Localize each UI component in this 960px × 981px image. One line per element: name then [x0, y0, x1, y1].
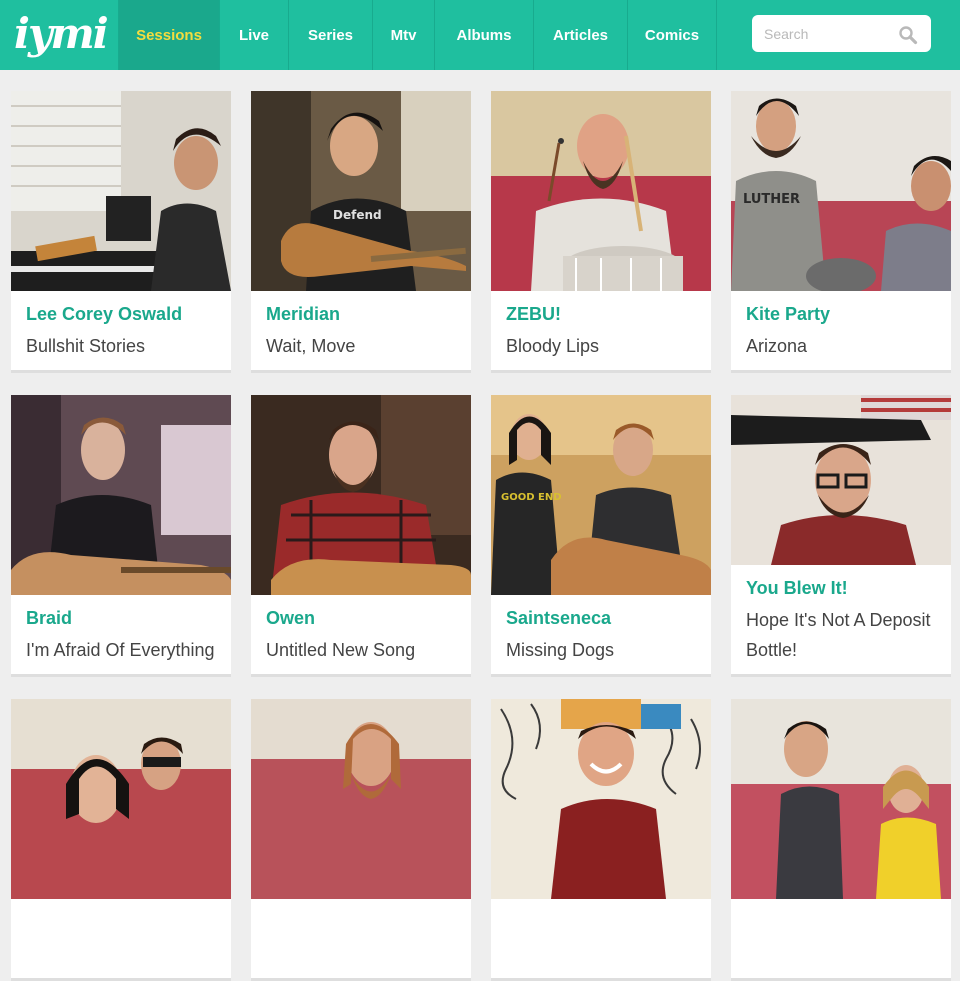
session-thumbnail — [491, 91, 711, 291]
session-song: Bullshit Stories — [26, 336, 146, 356]
session-thumbnail — [731, 395, 951, 565]
session-card[interactable]: ZEBU! Bloody Lips — [491, 91, 711, 373]
session-song: Arizona — [746, 336, 808, 356]
nav-sessions[interactable]: Sessions — [118, 0, 219, 70]
nav-articles[interactable]: Articles — [533, 0, 627, 70]
session-song: I'm Afraid Of Everything — [26, 640, 215, 660]
session-thumbnail: LUTHER — [731, 91, 951, 291]
iymi-logo[interactable]: iymi — [14, 10, 109, 58]
nav-mtv[interactable]: Mtv — [372, 0, 434, 70]
session-thumbnail — [251, 395, 471, 595]
session-thumbnail — [251, 699, 471, 899]
svg-text:LUTHER: LUTHER — [743, 192, 800, 207]
session-thumbnail — [11, 395, 231, 595]
nav-series[interactable]: Series — [288, 0, 372, 70]
session-thumbnail — [11, 91, 231, 291]
session-artist[interactable]: Braid — [26, 608, 72, 629]
top-navigation-bar: iymi Sessions Live Series Mtv Albums Art… — [0, 0, 960, 70]
session-thumbnail: Defend — [251, 91, 471, 291]
session-card[interactable]: Defend Meridian Wait, Move — [251, 91, 471, 373]
nav-comics[interactable]: Comics — [627, 0, 717, 70]
session-artist[interactable]: Kite Party — [746, 304, 830, 325]
session-artist[interactable]: Saintseneca — [506, 608, 611, 629]
session-song: Hope It's Not A Deposit Bottle! — [746, 610, 931, 660]
session-thumbnail — [11, 699, 231, 899]
session-song: Missing Dogs — [506, 640, 615, 660]
session-artist[interactable]: Meridian — [266, 304, 340, 325]
session-song: Wait, Move — [266, 336, 356, 356]
search-icon[interactable] — [898, 25, 918, 45]
nav-albums[interactable]: Albums — [434, 0, 533, 70]
svg-text:Defend: Defend — [333, 208, 382, 222]
session-card[interactable]: Owen Untitled New Song — [251, 395, 471, 677]
session-card[interactable] — [251, 699, 471, 981]
session-thumbnail — [491, 699, 711, 899]
session-card[interactable] — [491, 699, 711, 981]
session-artist[interactable]: Lee Corey Oswald — [26, 304, 182, 325]
main-nav: Sessions Live Series Mtv Albums Articles… — [118, 0, 717, 70]
nav-live[interactable]: Live — [219, 0, 288, 70]
session-thumbnail: GOOD END — [491, 395, 711, 595]
session-artist[interactable]: You Blew It! — [746, 578, 848, 599]
search-input[interactable] — [764, 23, 894, 44]
svg-text:GOOD END: GOOD END — [501, 492, 562, 503]
session-song: Untitled New Song — [266, 640, 416, 660]
session-card[interactable]: LUTHER Kite Party Arizona — [731, 91, 951, 373]
session-card[interactable] — [11, 699, 231, 981]
session-card[interactable]: You Blew It! Hope It's Not A Deposit Bot… — [731, 395, 951, 677]
session-song: Bloody Lips — [506, 336, 600, 356]
session-card[interactable]: GOOD END Saintseneca Missing Dogs — [491, 395, 711, 677]
session-artist[interactable]: ZEBU! — [506, 304, 561, 325]
session-card[interactable]: Braid I'm Afraid Of Everything — [11, 395, 231, 677]
session-card[interactable]: Lee Corey Oswald Bullshit Stories — [11, 91, 231, 373]
session-artist[interactable]: Owen — [266, 608, 315, 629]
session-thumbnail — [731, 699, 951, 899]
session-card[interactable] — [731, 699, 951, 981]
